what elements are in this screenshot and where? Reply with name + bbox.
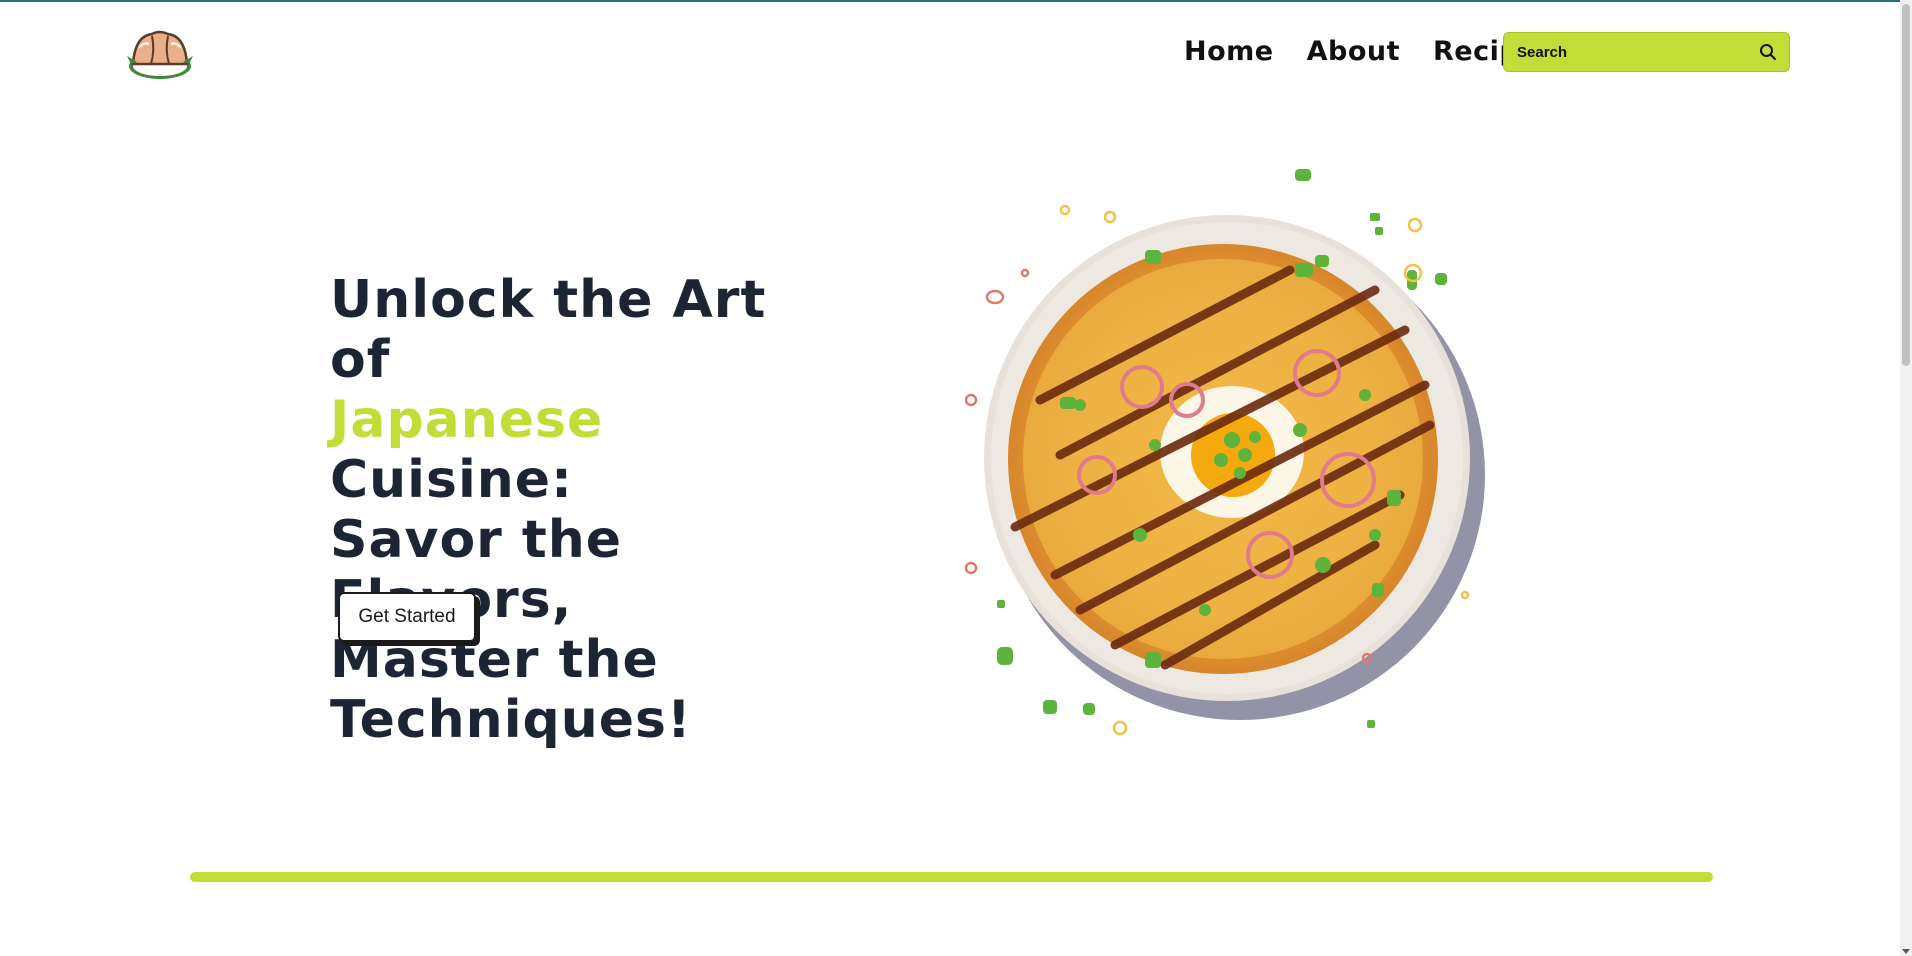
page: Home About Recipes Unlock the Art of Jap…	[0, 0, 1912, 956]
search-icon[interactable]	[1759, 43, 1777, 61]
search-input[interactable]	[1517, 43, 1759, 61]
headline-line-2: Cuisine:	[330, 450, 573, 510]
logo-icon	[127, 30, 193, 79]
headline-line-5: Techniques!	[330, 690, 692, 750]
okonomiyaki-illustration	[964, 169, 1485, 736]
search-box	[1503, 32, 1790, 72]
nav-home[interactable]: Home	[1184, 36, 1274, 67]
okonomiyaki-plate-image	[905, 155, 1545, 785]
scrollbar[interactable]	[1900, 0, 1912, 956]
headline-accent: Japanese	[330, 390, 604, 450]
nav-about[interactable]: About	[1307, 36, 1400, 67]
get-started-button[interactable]: Get Started	[338, 592, 476, 642]
dumpling-logo[interactable]	[125, 28, 195, 82]
hero-headline: Unlock the Art of Japanese Cuisine: Savo…	[330, 270, 830, 750]
section-divider	[190, 872, 1713, 882]
main-nav: Home About Recipes	[1184, 36, 1555, 67]
headline-line-1: Unlock the Art of	[330, 270, 767, 390]
top-accent-line	[0, 0, 1912, 2]
scrollbar-thumb[interactable]	[1902, 4, 1910, 366]
scroll-down-arrow-icon[interactable]	[1902, 949, 1910, 954]
